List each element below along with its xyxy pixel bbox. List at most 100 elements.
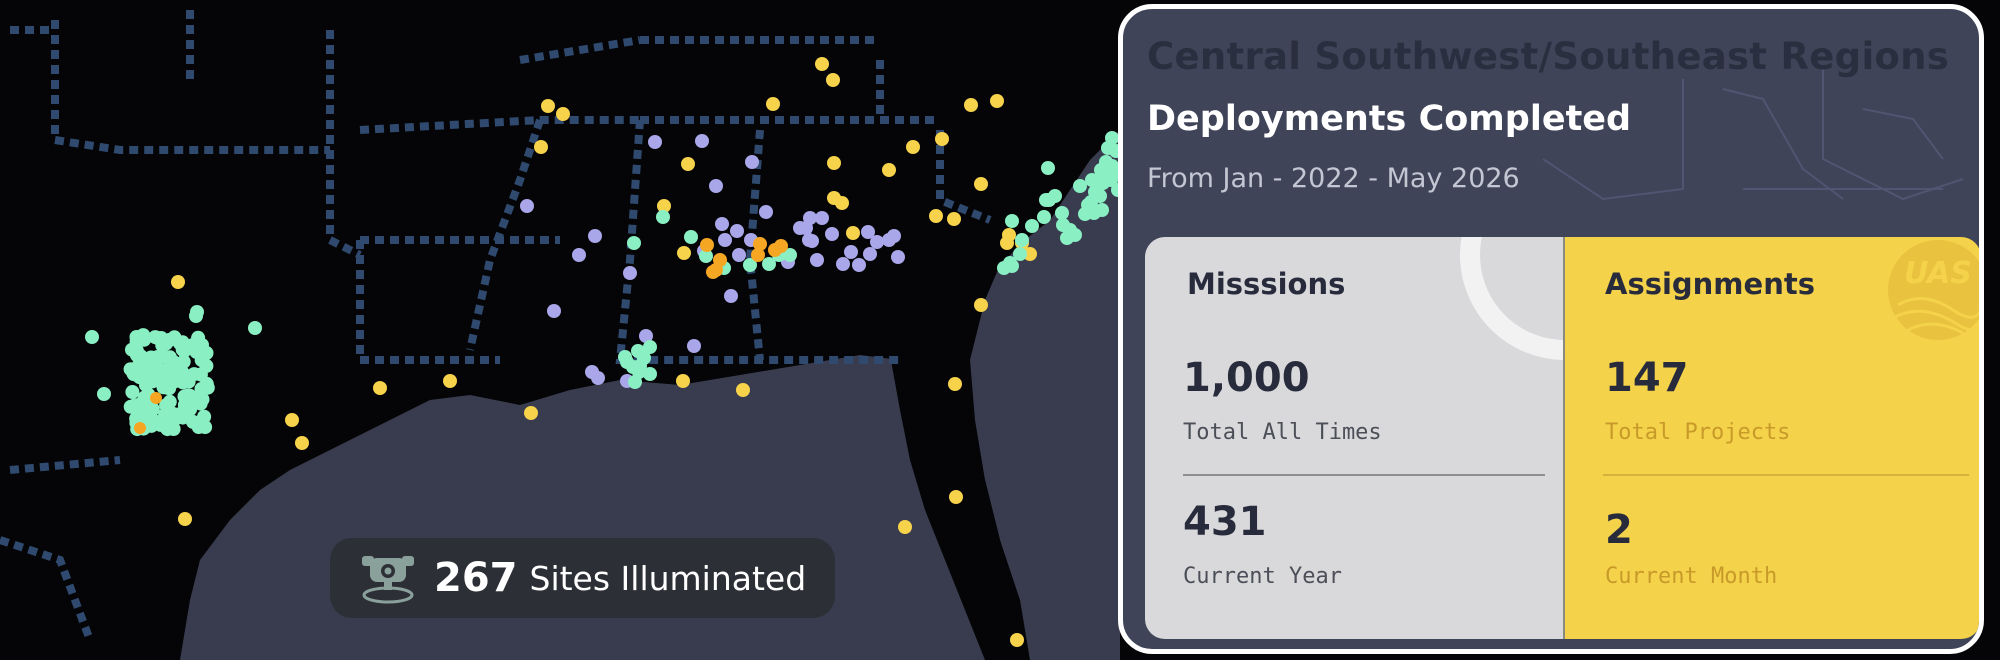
drone-icon [362, 556, 414, 604]
site-marker [154, 331, 169, 345]
site-marker [627, 236, 641, 250]
site-marker [736, 383, 750, 397]
site-marker [751, 248, 765, 262]
site-marker [766, 97, 780, 111]
site-marker [129, 348, 144, 362]
site-marker [193, 418, 208, 433]
site-marker [1039, 193, 1053, 207]
site-marker [836, 257, 850, 271]
site-marker [1091, 178, 1105, 192]
site-marker [724, 289, 738, 303]
company-seal: UAS [1888, 240, 1979, 340]
site-marker [125, 365, 140, 379]
site-marker [948, 377, 962, 391]
site-marker [810, 253, 824, 267]
site-marker [687, 339, 701, 353]
site-marker [656, 210, 670, 224]
site-marker [585, 365, 599, 379]
site-marker [1055, 206, 1069, 220]
site-marker [648, 135, 662, 149]
site-marker [97, 387, 111, 401]
missions-year-value: 431 [1183, 499, 1267, 545]
assignments-total-label: Total Projects [1605, 420, 1791, 445]
assignments-month-value: 2 [1605, 507, 1633, 553]
site-marker [165, 354, 180, 369]
site-marker [676, 374, 690, 388]
site-marker [827, 156, 841, 170]
site-marker [846, 226, 860, 240]
site-marker [194, 382, 209, 396]
site-marker [1073, 179, 1087, 193]
site-marker [1005, 259, 1019, 273]
sites-label: Sites Illuminated [529, 558, 807, 598]
site-marker [125, 385, 140, 399]
site-marker [85, 330, 99, 344]
sites-illuminated-badge: 267 Sites Illuminated [330, 538, 835, 618]
site-marker [684, 230, 698, 244]
site-marker [162, 394, 177, 409]
panel-heading: Deployments Completed [1147, 99, 1632, 139]
site-marker [730, 224, 744, 238]
site-marker [718, 233, 732, 247]
site-marker [805, 234, 819, 248]
missions-column: Misssions 1,000 Total All Times 431 Curr… [1145, 237, 1563, 639]
site-marker [1037, 210, 1051, 224]
site-marker [863, 247, 877, 261]
site-marker [285, 413, 299, 427]
site-marker [677, 246, 691, 260]
site-marker [882, 163, 896, 177]
site-marker [815, 211, 829, 225]
site-marker [835, 196, 849, 210]
site-marker [150, 392, 162, 404]
site-marker [541, 99, 555, 113]
site-marker [1068, 228, 1082, 242]
site-marker [520, 199, 534, 213]
site-marker [774, 239, 788, 253]
site-marker [193, 396, 208, 411]
site-marker [1010, 633, 1024, 647]
site-marker [891, 250, 905, 264]
stats-card: Misssions 1,000 Total All Times 431 Curr… [1145, 237, 1979, 639]
site-marker [1041, 161, 1055, 175]
site-marker [929, 209, 943, 223]
site-marker [815, 57, 829, 71]
missions-divider [1183, 474, 1545, 476]
site-marker [1087, 206, 1101, 220]
site-marker [745, 155, 759, 169]
svg-text:UAS: UAS [1904, 256, 1972, 291]
site-marker [134, 422, 146, 434]
site-marker [623, 266, 637, 280]
site-marker [588, 229, 602, 243]
date-range: From Jan - 2022 - May 2026 [1147, 163, 1520, 194]
site-marker [681, 157, 695, 171]
missions-total-label: Total All Times [1183, 420, 1382, 445]
missions-year-label: Current Year [1183, 564, 1342, 589]
site-marker [187, 367, 202, 382]
site-marker [1015, 233, 1029, 247]
site-marker [949, 490, 963, 504]
site-marker [178, 512, 192, 526]
site-marker [964, 98, 978, 112]
site-marker [713, 253, 727, 267]
site-marker [186, 338, 200, 352]
site-marker [1005, 214, 1019, 228]
site-marker [295, 436, 309, 450]
site-marker [1025, 219, 1039, 233]
site-marker [898, 520, 912, 534]
site-marker [799, 221, 813, 235]
site-marker [695, 134, 709, 148]
site-marker [887, 229, 901, 243]
site-marker [715, 217, 729, 231]
site-marker [844, 245, 858, 259]
assignments-month-label: Current Month [1605, 564, 1778, 589]
sites-count: 267 [434, 555, 518, 601]
site-marker [189, 309, 203, 323]
site-marker [825, 227, 839, 241]
site-marker [852, 258, 866, 272]
site-marker [706, 265, 720, 279]
site-marker [180, 388, 195, 403]
site-marker [906, 140, 920, 154]
site-marker [171, 275, 185, 289]
site-marker [947, 212, 961, 226]
assignments-column: UAS Assignments 147 Total Projects 2 Cur… [1565, 237, 1979, 639]
